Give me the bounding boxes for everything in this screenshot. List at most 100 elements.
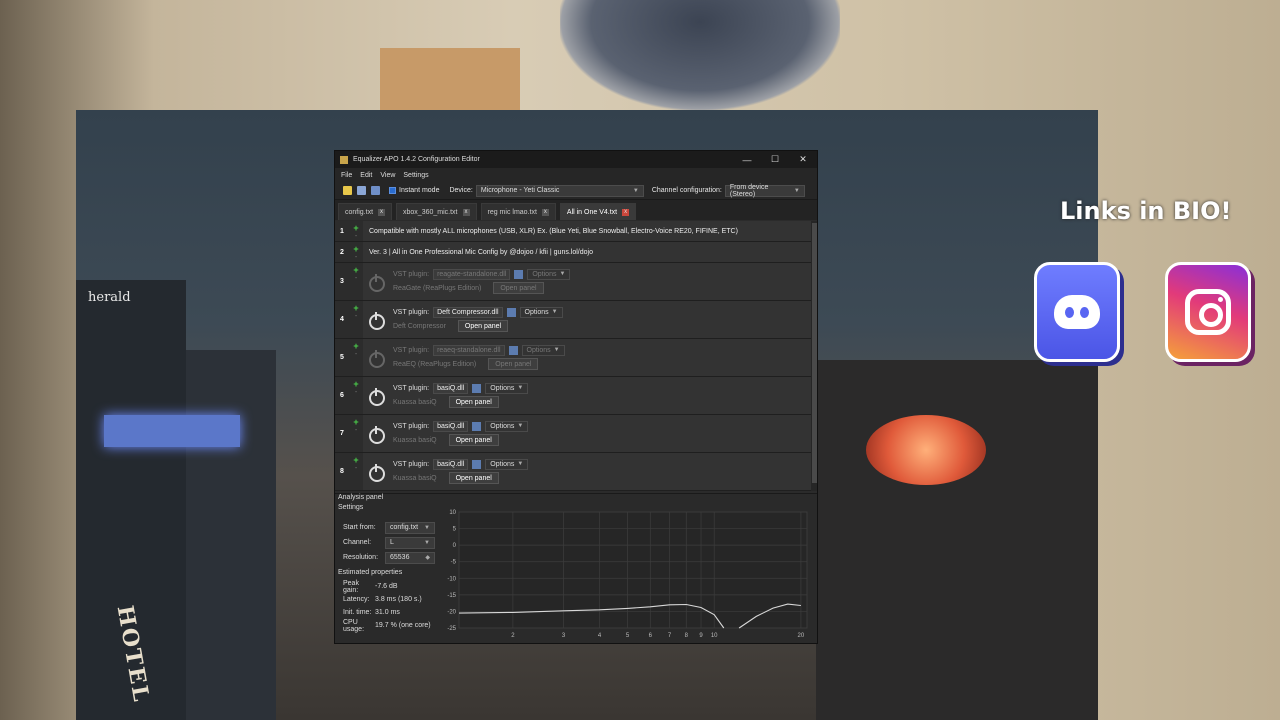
remove-filter-icon[interactable]: - [355, 233, 357, 240]
close-icon[interactable]: x [462, 208, 470, 216]
channel-select[interactable]: L ▼ [385, 536, 435, 549]
add-filter-icon[interactable]: + [353, 224, 358, 233]
remove-filter-icon[interactable]: - [355, 254, 357, 261]
comment-text[interactable]: Ver. 3 | All in One Professional Mic Con… [363, 242, 593, 262]
options-button[interactable]: Options ▼ [527, 268, 571, 280]
browse-file-icon[interactable] [472, 459, 482, 469]
device-select[interactable]: Microphone - Yeti Classic ▼ [475, 184, 644, 197]
discord-logo [1054, 295, 1100, 329]
plugin-body: VST plugin: basiQ.dll Options ▼ Kuassa ba… [363, 453, 529, 490]
vst-plugin-row[interactable]: 6 + - VST plugin: basiQ.dll Options ▼ Kuas… [335, 377, 811, 415]
browse-file-icon[interactable] [514, 269, 524, 279]
open-panel-button[interactable]: Open panel [448, 434, 499, 446]
plugin-file-field[interactable]: basiQ.dll [433, 382, 469, 394]
close-icon[interactable]: x [378, 208, 386, 216]
scrollbar-thumb[interactable] [812, 223, 817, 483]
plugin-file-field[interactable]: reagate-standalone.dll [433, 268, 511, 280]
power-icon[interactable] [369, 388, 385, 406]
remove-filter-icon[interactable]: - [355, 275, 357, 282]
close-button[interactable]: ✕ [789, 151, 817, 168]
menu-settings[interactable]: Settings [403, 172, 428, 179]
menu-file[interactable]: File [341, 172, 352, 179]
add-filter-icon[interactable]: + [353, 456, 358, 465]
title-bar[interactable]: Equalizer APO 1.4.2 Configuration Editor… [335, 151, 817, 168]
start-from-select[interactable]: config.txt ▼ [385, 521, 435, 534]
remove-filter-icon[interactable]: - [355, 351, 357, 358]
remove-filter-icon[interactable]: - [355, 465, 357, 472]
open-panel-button[interactable]: Open panel [448, 472, 499, 484]
plugin-file-field[interactable]: basiQ.dll [433, 420, 469, 432]
options-button[interactable]: Options ▼ [521, 344, 565, 356]
options-button[interactable]: Options ▼ [485, 382, 529, 394]
new-file-icon[interactable] [343, 186, 352, 195]
tab-xbox-360-mic[interactable]: xbox_360_mic.txt x [396, 203, 477, 220]
lantern [866, 415, 986, 485]
save-icon[interactable] [371, 186, 380, 195]
comment-text[interactable]: Compatible with mostly ALL microphones (… [363, 221, 738, 241]
discord-icon[interactable] [1034, 262, 1120, 362]
power-icon[interactable] [369, 464, 385, 482]
options-label: Options [490, 384, 515, 392]
tab-config[interactable]: config.txt x [338, 203, 393, 220]
resolution-value: 65536 [390, 554, 410, 561]
browse-file-icon[interactable] [472, 421, 482, 431]
add-filter-icon[interactable]: + [353, 342, 358, 351]
plugin-file-field[interactable]: reaeq-standalone.dll [433, 344, 505, 356]
row-controls: + - [349, 221, 363, 241]
browse-file-icon[interactable] [508, 345, 518, 355]
browse-file-icon[interactable] [472, 383, 482, 393]
open-panel-button[interactable]: Open panel [457, 320, 509, 332]
x-tick-label: 3 [562, 633, 566, 639]
chevron-down-icon: ▼ [424, 539, 430, 546]
plugin-file-field[interactable]: basiQ.dll [433, 458, 469, 470]
add-filter-icon[interactable]: + [353, 380, 358, 389]
options-button[interactable]: Options ▼ [485, 458, 529, 470]
comment-row[interactable]: 2 + - Ver. 3 | All in One Professional Mi… [335, 242, 811, 263]
vst-plugin-row[interactable]: 3 + - VST plugin: reagate-standalone.dll … [335, 263, 811, 301]
menu-view[interactable]: View [380, 172, 395, 179]
power-icon[interactable] [369, 274, 385, 292]
maximize-button[interactable]: ☐ [761, 151, 789, 168]
menu-edit[interactable]: Edit [360, 172, 372, 179]
comment-row[interactable]: 1 + - Compatible with mostly ALL micropho… [335, 221, 811, 242]
herald-sign: herald [88, 290, 131, 305]
vst-plugin-row[interactable]: 7 + - VST plugin: basiQ.dll Options ▼ Kuas… [335, 415, 811, 453]
add-filter-icon[interactable]: + [353, 304, 358, 313]
close-icon[interactable]: x [541, 208, 549, 216]
browse-file-icon[interactable] [506, 307, 516, 317]
remove-filter-icon[interactable]: - [355, 427, 357, 434]
options-button[interactable]: Options ▼ [519, 306, 563, 318]
power-icon[interactable] [369, 426, 385, 444]
options-button[interactable]: Options ▼ [485, 420, 529, 432]
vst-plugin-row[interactable]: 4 + - VST plugin: Deft Compressor.dll Opt… [335, 301, 811, 339]
power-icon[interactable] [369, 312, 385, 330]
add-filter-icon[interactable]: + [353, 266, 358, 275]
tab-reg-mic[interactable]: reg mic lmao.txt x [480, 203, 556, 220]
open-file-icon[interactable] [357, 186, 366, 195]
channel-row: Channel: L ▼ [335, 535, 445, 550]
tab-all-in-one[interactable]: All in One V4.txt x [559, 203, 637, 220]
vst-plugin-row[interactable]: 5 + - VST plugin: reaeq-standalone.dll Op… [335, 339, 811, 377]
add-filter-icon[interactable]: + [353, 245, 358, 254]
channel-config-select[interactable]: From device (Stereo) ▼ [724, 184, 805, 198]
frequency-response-graph[interactable]: 10 5 0 -5 -10 -15 -20 -25 2 3 4 5 6 7 8 9 10 20 [447, 508, 811, 640]
resolution-spinbox[interactable]: 65536 ◆ [385, 551, 435, 564]
open-panel-button[interactable]: Open panel [448, 396, 499, 408]
plugin-name-line: Kuassa basiQ Open panel [393, 395, 528, 409]
spin-arrows-icon[interactable]: ◆ [425, 554, 430, 561]
power-icon[interactable] [369, 350, 385, 368]
vst-plugin-row[interactable]: 8 + - VST plugin: basiQ.dll Options ▼ Kuas… [335, 453, 811, 491]
instant-mode-checkbox[interactable] [389, 187, 396, 194]
instagram-icon[interactable] [1165, 262, 1251, 362]
close-icon[interactable]: x [622, 208, 630, 216]
vertical-scrollbar[interactable] [811, 221, 817, 491]
open-panel-button[interactable]: Open panel [488, 358, 539, 370]
remove-filter-icon[interactable]: - [355, 389, 357, 396]
plugin-file-field[interactable]: Deft Compressor.dll [433, 306, 503, 318]
open-panel-button[interactable]: Open panel [493, 282, 544, 294]
channel-config-label: Channel configuration: [651, 187, 722, 194]
latency-value: 3.8 ms (180 s.) [375, 596, 422, 603]
add-filter-icon[interactable]: + [353, 418, 358, 427]
remove-filter-icon[interactable]: - [355, 313, 357, 320]
minimize-button[interactable]: — [733, 151, 761, 168]
